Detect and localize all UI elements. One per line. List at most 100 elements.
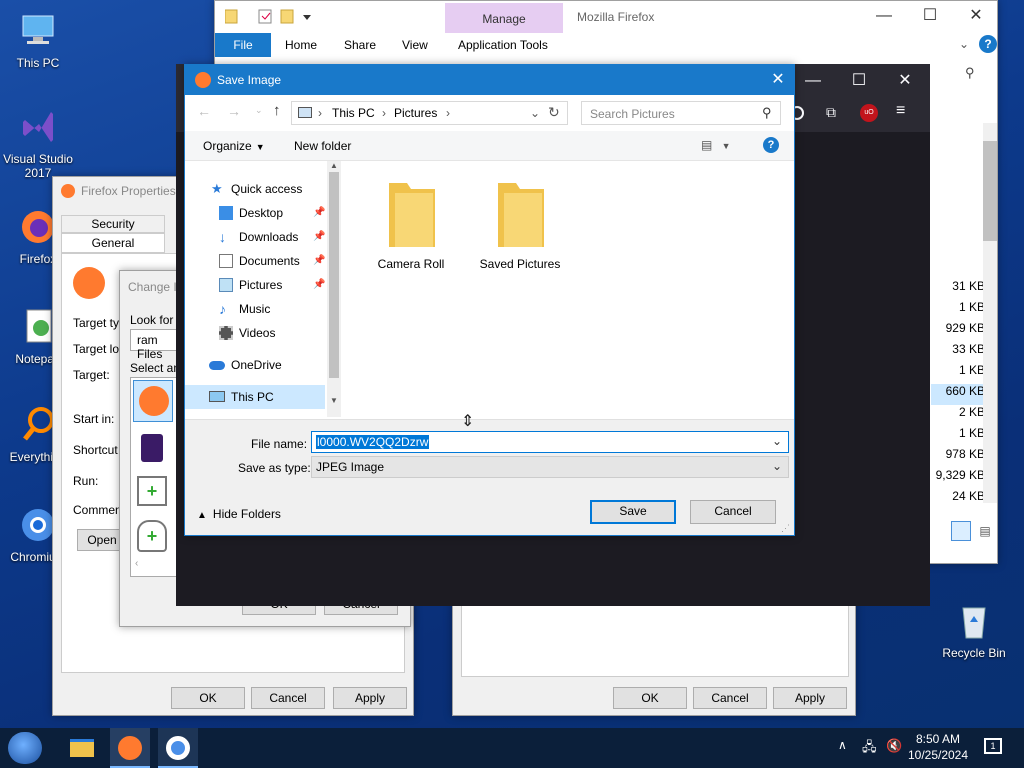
maximize-button[interactable]: ☐ bbox=[907, 1, 953, 31]
extensions-icon[interactable]: ⧉ bbox=[826, 104, 836, 121]
save-image-dialog: Save Image ✕ ← → ⌄ ↑ › This PC › Picture… bbox=[184, 64, 795, 536]
folder-camera-roll[interactable]: Camera Roll bbox=[371, 177, 451, 271]
pin-icon[interactable]: 📌 bbox=[313, 225, 325, 249]
nav-item-videos[interactable]: Videos bbox=[219, 321, 329, 345]
network-icon[interactable]: 🖧 bbox=[862, 738, 877, 760]
clock-date[interactable]: 10/25/2024 bbox=[906, 748, 970, 762]
nav-label: This PC bbox=[231, 390, 274, 404]
breadcrumb-pictures[interactable]: Pictures bbox=[394, 106, 437, 120]
dropdown-arrow-icon[interactable]: ⌄ bbox=[772, 434, 782, 448]
tab-view[interactable]: View bbox=[402, 38, 428, 52]
address-bar[interactable]: › This PC › Pictures › ⌄ ↻ bbox=[291, 101, 568, 125]
chevron-up-icon: ▲ bbox=[197, 510, 207, 521]
cancel-button[interactable]: Cancel bbox=[690, 500, 776, 524]
help-icon[interactable]: ? bbox=[979, 35, 997, 53]
organize-button[interactable]: Organize ▼ bbox=[203, 139, 265, 153]
desktop-icon-this-pc[interactable]: This PC bbox=[0, 10, 76, 70]
pin-icon[interactable]: 📌 bbox=[313, 201, 325, 225]
show-hidden-icons[interactable]: ∧ bbox=[838, 738, 847, 752]
close-button[interactable]: ✕ bbox=[755, 65, 801, 95]
add-icon-option[interactable]: + bbox=[137, 476, 167, 506]
nav-item-desktop[interactable]: Desktop 📌 bbox=[219, 201, 329, 225]
firefox-icon-option[interactable] bbox=[133, 380, 173, 422]
tab-share[interactable]: Share bbox=[344, 38, 376, 52]
forward-button[interactable]: → bbox=[227, 103, 241, 119]
breadcrumb-this-pc[interactable]: This PC bbox=[332, 106, 375, 120]
scrollbar-thumb[interactable] bbox=[329, 172, 339, 378]
nav-item-music[interactable]: ♪ Music bbox=[219, 297, 329, 321]
address-dropdown-icon[interactable]: ⌄ bbox=[530, 106, 540, 120]
ok-button[interactable]: OK bbox=[171, 687, 245, 709]
large-icons-view-icon[interactable]: ▤ bbox=[975, 521, 995, 541]
minimize-button[interactable]: — bbox=[861, 1, 907, 31]
file-explorer-taskbar-icon[interactable] bbox=[62, 728, 102, 768]
resize-grip-icon[interactable]: ⋰ bbox=[781, 523, 790, 534]
field-label: Start in: bbox=[73, 412, 115, 426]
clock-time[interactable]: 8:50 AM bbox=[906, 732, 970, 746]
scroll-down-arrow-icon[interactable]: ▼ bbox=[327, 396, 341, 405]
close-button[interactable]: ✕ bbox=[882, 66, 928, 96]
dropdown-arrow-icon[interactable]: ⌄ bbox=[772, 459, 782, 473]
add-bag-icon-option[interactable]: + bbox=[137, 520, 167, 552]
breadcrumb-separator: › bbox=[446, 106, 450, 120]
volume-muted-icon[interactable]: 🔇 bbox=[886, 738, 902, 754]
apply-button[interactable]: Apply bbox=[333, 687, 407, 709]
nav-item-pictures[interactable]: Pictures 📌 bbox=[219, 273, 329, 297]
firefox-file-icon-option[interactable] bbox=[141, 434, 163, 462]
firefox-taskbar-icon[interactable] bbox=[110, 728, 150, 768]
vertical-scrollbar[interactable] bbox=[983, 123, 997, 503]
cancel-button[interactable]: Cancel bbox=[251, 687, 325, 709]
close-button[interactable]: ✕ bbox=[953, 1, 999, 31]
ribbon-expand-icon[interactable]: ⌄ bbox=[959, 37, 969, 51]
folder-saved-pictures[interactable]: Saved Pictures bbox=[475, 177, 565, 271]
nav-this-pc[interactable]: This PC bbox=[185, 385, 325, 409]
chromium-taskbar-icon[interactable] bbox=[158, 728, 198, 768]
up-button[interactable]: ↑ bbox=[273, 102, 281, 119]
desktop-icon-recycle-bin[interactable]: Recycle Bin bbox=[936, 600, 1012, 660]
nav-item-documents[interactable]: Documents 📌 bbox=[219, 249, 329, 273]
details-view-icon[interactable] bbox=[951, 521, 971, 541]
manage-context-tab[interactable]: Manage bbox=[445, 3, 563, 33]
scroll-left-icon[interactable]: ‹ bbox=[135, 558, 138, 569]
organize-label: Organize bbox=[203, 139, 252, 153]
apply-button[interactable]: Apply bbox=[773, 687, 847, 709]
scroll-up-arrow-icon[interactable]: ▲ bbox=[327, 161, 341, 170]
this-pc-small-icon bbox=[298, 107, 312, 118]
search-input[interactable]: Search Pictures ⚲ bbox=[581, 101, 781, 125]
help-icon[interactable]: ? bbox=[763, 137, 779, 153]
computer-icon bbox=[17, 10, 59, 52]
pin-icon[interactable]: 📌 bbox=[313, 249, 325, 273]
nav-item-downloads[interactable]: ↓ Downloads 📌 bbox=[219, 225, 329, 249]
nav-label: Videos bbox=[239, 326, 276, 340]
file-name-input[interactable]: l0000.WV2QQ2Dzrw ⌄ bbox=[311, 431, 789, 453]
refresh-icon[interactable]: ↻ bbox=[548, 104, 560, 121]
nav-pane-scrollbar[interactable]: ▲ ▼ bbox=[327, 161, 341, 417]
firefox-icon bbox=[61, 184, 75, 198]
back-button[interactable]: ← bbox=[197, 103, 211, 119]
hide-folders-label: Hide Folders bbox=[212, 507, 281, 521]
nav-onedrive[interactable]: OneDrive bbox=[209, 353, 319, 377]
scrollbar-thumb[interactable] bbox=[983, 141, 997, 241]
cancel-button[interactable]: Cancel bbox=[693, 687, 767, 709]
menu-icon[interactable]: ≡ bbox=[896, 102, 905, 120]
tab-home[interactable]: Home bbox=[285, 38, 317, 52]
new-folder-button[interactable]: New folder bbox=[294, 139, 351, 153]
tab-application-tools[interactable]: Application Tools bbox=[458, 38, 548, 52]
pin-icon[interactable]: 📌 bbox=[313, 273, 325, 297]
save-type-select[interactable]: JPEG Image ⌄ bbox=[311, 456, 789, 478]
desktop-icon-visual-studio[interactable]: Visual Studio 2017 bbox=[0, 106, 76, 180]
start-button[interactable] bbox=[8, 732, 42, 764]
save-button[interactable]: Save bbox=[590, 500, 676, 524]
ublock-origin-icon[interactable]: uO bbox=[860, 104, 878, 122]
search-icon[interactable]: ⚲ bbox=[965, 65, 975, 81]
nav-quick-access[interactable]: ★ Quick access bbox=[211, 177, 302, 201]
ok-button[interactable]: OK bbox=[613, 687, 687, 709]
notifications-icon[interactable]: 1 bbox=[984, 738, 1002, 754]
tab-security[interactable]: Security bbox=[61, 215, 165, 233]
tab-file[interactable]: File bbox=[215, 33, 271, 57]
hide-folders-button[interactable]: ▲ Hide Folders bbox=[197, 507, 281, 521]
tab-general[interactable]: General bbox=[61, 233, 165, 253]
maximize-button[interactable]: ☐ bbox=[836, 66, 882, 96]
recent-locations-icon[interactable]: ⌄ bbox=[255, 105, 263, 116]
view-options-icon[interactable]: ▤ ▼ bbox=[701, 138, 731, 152]
